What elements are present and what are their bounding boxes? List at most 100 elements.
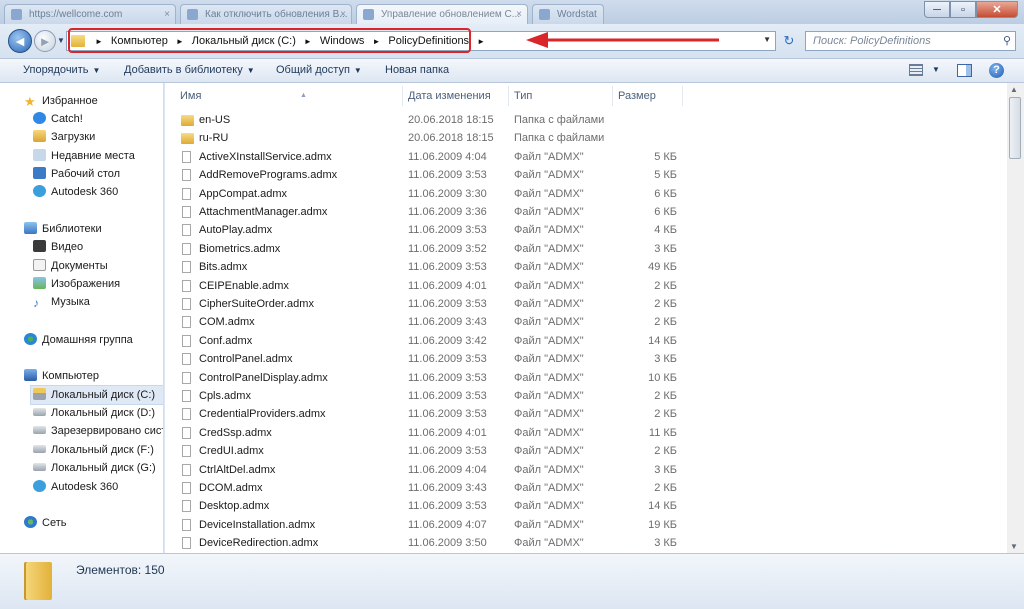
table-row[interactable]: ControlPanel.admx 11.06.2009 3:53 Файл "AD… <box>165 350 1015 368</box>
table-row[interactable]: Cpls.admx 11.06.2009 3:53 Файл "ADMX" 2 КБ <box>165 387 1015 405</box>
table-row[interactable]: DCOM.admx 11.06.2009 3:43 Файл "ADMX" 2 КБ <box>165 479 1015 497</box>
view-options-icon[interactable] <box>909 64 923 76</box>
column-divider[interactable] <box>402 86 403 106</box>
table-row[interactable]: AppCompat.admx 11.06.2009 3:30 Файл "ADMX"… <box>165 185 1015 203</box>
table-row[interactable]: AttachmentManager.admx 11.06.2009 3:36 Фай… <box>165 203 1015 221</box>
sidebar-item-drive-g[interactable]: Локальный диск (G:) <box>33 459 156 477</box>
browser-tab[interactable]: Wordstat <box>532 4 604 24</box>
table-row[interactable]: CredSsp.admx 11.06.2009 4:01 Файл "ADMX" 11… <box>165 424 1015 442</box>
table-row[interactable]: Bits.admx 11.06.2009 3:53 Файл "ADMX" 49 КБ <box>165 258 1015 276</box>
sidebar-item-favorites[interactable]: ★ Избранное <box>24 92 98 110</box>
sidebar-item-network[interactable]: Сеть <box>24 514 66 532</box>
scroll-up-icon[interactable]: ▲ <box>1010 85 1018 94</box>
search-input[interactable]: Поиск: PolicyDefinitions ⚲ <box>805 31 1016 51</box>
tab-close-icon[interactable]: × <box>164 5 170 24</box>
column-header-date[interactable]: Дата изменения <box>408 87 491 105</box>
browser-tab[interactable]: Как отключить обновления В... × <box>180 4 352 24</box>
table-row[interactable]: CtrlAltDel.admx 11.06.2009 4:04 Файл "ADMX… <box>165 461 1015 479</box>
file-name: AppCompat.admx <box>199 187 288 200</box>
table-row[interactable]: en-US 20.06.2018 18:15 Папка с файлами <box>165 111 1015 129</box>
tab-favicon-icon <box>539 9 550 20</box>
table-row[interactable]: Biometrics.admx 11.06.2009 3:52 Файл "ADMX… <box>165 240 1015 258</box>
forward-button[interactable]: ► <box>34 30 56 52</box>
sidebar-item-homegroup[interactable]: Домашняя группа <box>24 331 133 349</box>
organize-menu-button[interactable]: Упорядочить ▼ <box>23 59 100 82</box>
table-row[interactable]: ru-RU 20.06.2018 18:15 Папка с файлами <box>165 129 1015 147</box>
scrollbar-thumb[interactable] <box>1009 97 1021 159</box>
browser-tab[interactable]: https://wellcome.com × <box>4 4 176 24</box>
file-date: 11.06.2009 3:53 <box>408 224 487 237</box>
sidebar-item-drive-f[interactable]: Локальный диск (F:) <box>33 441 154 459</box>
file-name: Desktop.admx <box>199 500 270 513</box>
sidebar-item-computer[interactable]: Компьютер <box>24 367 99 385</box>
sidebar-item-recent-places[interactable]: Недавние места <box>33 147 135 165</box>
address-history-dropdown-icon[interactable]: ▼ <box>763 35 771 44</box>
sidebar-item-video[interactable]: Видео <box>33 238 83 256</box>
table-row[interactable]: ActiveXInstallService.admx 11.06.2009 4:0… <box>165 148 1015 166</box>
libraries-icon <box>24 222 37 234</box>
sidebar-item-drive-d[interactable]: Локальный диск (D:) <box>33 404 155 422</box>
tab-close-icon[interactable]: × <box>340 5 346 24</box>
column-header-type[interactable]: Тип <box>514 87 532 105</box>
refresh-icon[interactable]: ↻ <box>781 33 797 49</box>
sidebar-item-autodesk-360[interactable]: Autodesk 360 <box>33 183 118 201</box>
new-folder-button[interactable]: Новая папка <box>385 59 449 82</box>
preview-pane-icon[interactable] <box>957 64 972 77</box>
back-button[interactable]: ◄ <box>8 29 32 53</box>
table-row[interactable]: DeviceInstallation.admx 11.06.2009 4:07 Фа… <box>165 516 1015 534</box>
table-row[interactable]: CredentialProviders.admx 11.06.2009 3:53 Ф… <box>165 405 1015 423</box>
table-row[interactable]: CEIPEnable.admx 11.06.2009 4:01 Файл "ADMX… <box>165 277 1015 295</box>
file-name: ActiveXInstallService.admx <box>199 150 332 163</box>
maximize-button[interactable]: ▫ <box>950 1 976 18</box>
table-row[interactable]: CipherSuiteOrder.admx 11.06.2009 3:53 Файл… <box>165 295 1015 313</box>
file-name: DeviceRedirection.admx <box>199 537 319 550</box>
column-divider[interactable] <box>508 86 509 106</box>
sidebar-item-libraries[interactable]: Библиотеки <box>24 220 102 238</box>
table-row[interactable]: CredUI.admx 11.06.2009 3:53 Файл "ADMX" 2 К… <box>165 442 1015 460</box>
view-dropdown-icon[interactable]: ▼ <box>932 65 940 74</box>
tab-close-icon[interactable]: × <box>516 5 522 24</box>
sidebar-item-autodesk-360[interactable]: Autodesk 360 <box>33 478 118 496</box>
search-icon[interactable]: ⚲ <box>1003 32 1011 50</box>
vertical-scrollbar[interactable]: ▲ ▼ <box>1007 83 1024 553</box>
chevron-right-icon[interactable]: ► <box>473 37 489 46</box>
add-to-library-button[interactable]: Добавить в библиотеку ▼ <box>124 59 255 82</box>
sidebar-item-system-reserved[interactable]: Зарезервировано системой <box>33 422 163 440</box>
sidebar-item-images[interactable]: Изображения <box>33 275 120 293</box>
scroll-down-icon[interactable]: ▼ <box>1010 542 1018 551</box>
table-row[interactable]: Desktop.admx 11.06.2009 3:53 Файл "ADMX" 14… <box>165 497 1015 515</box>
browser-tab-active[interactable]: Управление обновлением С... × <box>356 4 528 24</box>
sidebar-item-drive-c[interactable]: Локальный диск (C:) <box>30 385 163 405</box>
sidebar-item-catch[interactable]: Catch! <box>33 110 83 128</box>
file-type: Файл "ADMX" <box>514 169 584 182</box>
file-icon <box>182 187 191 200</box>
downloads-icon <box>33 130 46 142</box>
table-row[interactable]: Conf.admx 11.06.2009 3:42 Файл "ADMX" 14 КБ <box>165 332 1015 350</box>
share-with-button[interactable]: Общий доступ ▼ <box>276 59 362 82</box>
table-row[interactable]: ControlPanelDisplay.admx 11.06.2009 3:53 Ф… <box>165 369 1015 387</box>
sidebar-item-downloads[interactable]: Загрузки <box>33 128 95 146</box>
file-icon <box>182 261 191 274</box>
file-type: Файл "ADMX" <box>514 206 584 218</box>
close-button[interactable]: ✕ <box>976 1 1018 18</box>
column-divider[interactable] <box>682 86 683 106</box>
sidebar-item-label: Видео <box>51 241 84 253</box>
sidebar-item-desktop[interactable]: Рабочий стол <box>33 165 120 183</box>
sidebar-item-documents[interactable]: Документы <box>33 257 108 275</box>
file-date: 11.06.2009 3:53 <box>408 371 487 384</box>
column-divider[interactable] <box>612 86 613 106</box>
help-icon[interactable]: ? <box>989 63 1004 78</box>
annotation-arrow-icon <box>526 32 719 48</box>
drive-icon <box>33 445 46 453</box>
tab-favicon-icon <box>187 9 198 20</box>
column-header-name[interactable]: Имя ▲ <box>180 87 307 105</box>
table-row[interactable]: DeviceRedirection.admx 11.06.2009 3:50 Фай… <box>165 534 1015 552</box>
column-header-size[interactable]: Размер <box>618 87 656 105</box>
table-row[interactable]: COM.admx 11.06.2009 3:43 Файл "ADMX" 2 КБ <box>165 313 1015 331</box>
recent-pages-dropdown-icon[interactable]: ▼ <box>57 36 65 45</box>
table-row[interactable]: AddRemovePrograms.admx 11.06.2009 3:53 Фай… <box>165 166 1015 184</box>
sidebar-item-label: Недавние места <box>51 150 135 162</box>
sidebar-item-music[interactable]: ♪ Музыка <box>33 293 90 311</box>
minimize-button[interactable]: ─ <box>924 1 950 18</box>
table-row[interactable]: AutoPlay.admx 11.06.2009 3:53 Файл "ADMX" 4… <box>165 221 1015 239</box>
